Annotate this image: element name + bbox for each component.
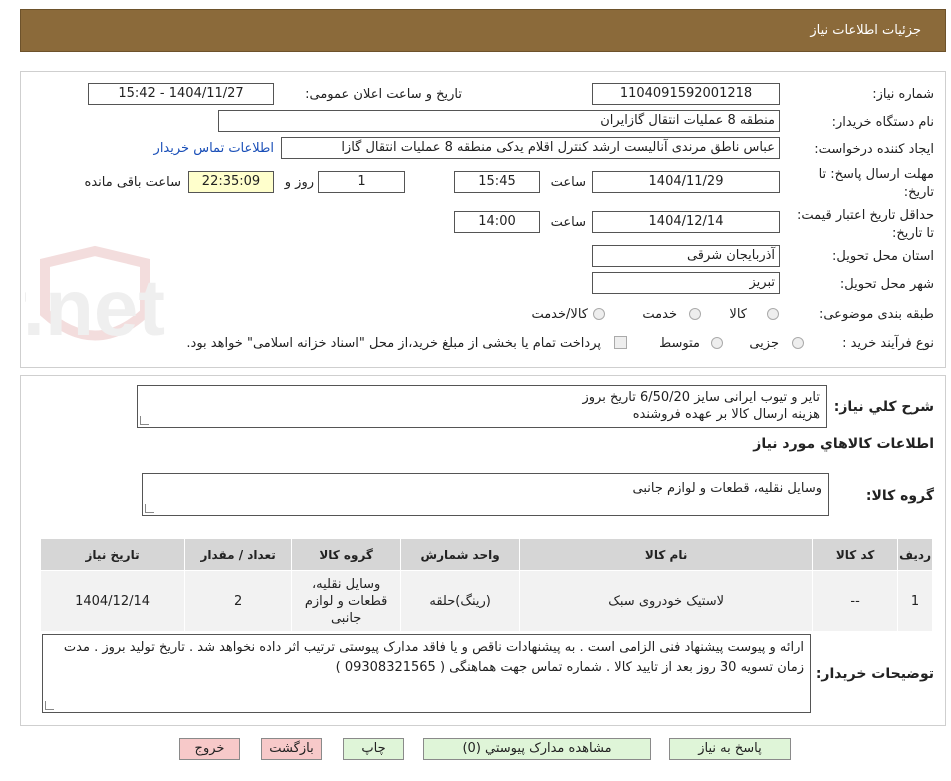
items-table: رديف کد کالا نام کالا واحد شمارش گروه کا… xyxy=(39,538,933,632)
summary-line-2: هزینه ارسال کالا بر عهده فروشنده xyxy=(632,407,820,422)
category-goods-radio[interactable] xyxy=(767,308,779,320)
col-header-group: گروه کالا xyxy=(291,538,402,571)
page-header: جزئیات اطلاعات نیاز xyxy=(20,9,946,52)
print-button[interactable]: چاپ xyxy=(343,738,404,760)
col-header-row-number: رديف xyxy=(897,538,933,571)
treasury-payment-note: پرداخت تمام یا بخشی از مبلغ خرید،از محل … xyxy=(186,336,601,351)
table-header-row: رديف کد کالا نام کالا واحد شمارش گروه کا… xyxy=(39,538,933,571)
category-service-label: خدمت xyxy=(642,307,677,322)
process-minor-radio[interactable] xyxy=(792,337,804,349)
process-minor-label: جزیی xyxy=(749,336,779,351)
process-medium-label: متوسط xyxy=(659,336,700,351)
col-header-unit: واحد شمارش xyxy=(400,538,521,571)
province-field: آذربایجان شرقی xyxy=(592,245,780,267)
need-number-label: شماره نیاز: xyxy=(872,87,934,102)
city-field: تبریز xyxy=(592,272,780,294)
announce-label: تاریخ و ساعت اعلان عمومی: xyxy=(305,87,462,102)
buyer-org-field: منطقه 8 عملیات انتقال گازایران xyxy=(218,110,780,132)
requester-label: ایجاد کننده درخواست: xyxy=(814,142,934,157)
col-header-need-date: تاریخ نیاز xyxy=(39,538,186,571)
buyer-notes-textarea[interactable]: ارائه و پیوست پیشنهاد فنی الزامی است . ب… xyxy=(42,634,811,713)
days-label: روز و xyxy=(284,175,314,190)
goods-section-title: اطلاعات کالاهاي مورد نياز xyxy=(753,436,934,452)
goods-group-label: گروه کالا: xyxy=(865,488,934,504)
validity-date-field: 1404/12/14 xyxy=(592,211,780,233)
validity-time-field: 14:00 xyxy=(454,211,540,233)
category-label: طبقه بندی موضوعی: xyxy=(818,307,934,322)
buyer-notes-label: توضیحات خریدار: xyxy=(815,666,934,682)
page-title: جزئیات اطلاعات نیاز xyxy=(810,23,921,38)
reply-button[interactable]: پاسخ به نیاز xyxy=(669,738,791,760)
remaining-days-field: 1 xyxy=(318,171,405,193)
cell-group: وسایل نقلیه، قطعات و لوازم جانبی xyxy=(291,570,402,632)
goods-group-textarea[interactable]: وسایل نقلیه، قطعات و لوازم جانبی xyxy=(142,473,829,516)
back-button[interactable]: بازگشت xyxy=(261,738,322,760)
summary-label: شرح کلي نياز: xyxy=(833,399,934,415)
cell-need-date: 1404/12/14 xyxy=(39,570,186,632)
cell-quantity: 2 xyxy=(184,570,293,632)
col-header-item-name: نام کالا xyxy=(519,538,814,571)
process-label: نوع فرآیند خرید : xyxy=(842,336,934,351)
remaining-label: ساعت باقی مانده xyxy=(84,175,181,190)
resize-grip-icon[interactable] xyxy=(145,504,154,513)
deadline-label: مهلت ارسال پاسخ: تا تاریخ: xyxy=(818,167,934,200)
province-label: استان محل تحویل: xyxy=(832,249,934,264)
cell-row-number: 1 xyxy=(897,570,933,632)
announce-date-field: 1404/11/27 - 15:42 xyxy=(88,83,274,105)
deadline-time-field: 15:45 xyxy=(454,171,540,193)
city-label: شهر محل تحویل: xyxy=(839,277,934,292)
remaining-time-field: 22:35:09 xyxy=(188,171,274,193)
buyer-contact-link[interactable]: اطلاعات تماس خریدار xyxy=(154,141,274,156)
resize-grip-icon[interactable] xyxy=(140,416,149,425)
summary-line-1: تایر و تیوب ایرانی سایز 6/50/20 تاریخ بر… xyxy=(582,390,820,405)
validity-label: حداقل تاریخ اعتبار قیمت: تا تاریخ: xyxy=(796,208,934,241)
need-number-field: 1104091592001218 xyxy=(592,83,780,105)
deadline-date-field: 1404/11/29 xyxy=(592,171,780,193)
buyer-org-label: نام دستگاه خریدار: xyxy=(831,115,934,130)
view-attachments-button[interactable]: مشاهده مدارک پیوستي (0) xyxy=(423,738,651,760)
requester-field: عباس ناطق مرندی آنالیست ارشد کنترل اقلام… xyxy=(281,137,780,159)
category-both-radio[interactable] xyxy=(593,308,605,320)
goods-group-value: وسایل نقلیه، قطعات و لوازم جانبی xyxy=(632,481,822,496)
resize-grip-icon[interactable] xyxy=(45,701,54,710)
col-header-item-code: کد کالا xyxy=(812,538,899,571)
category-goods-label: کالا xyxy=(729,307,747,322)
cell-unit: (رینگ)حلقه xyxy=(400,570,521,632)
cell-item-name: لاستیک خودروی سبک xyxy=(519,570,814,632)
col-header-quantity: تعداد / مقدار xyxy=(184,538,293,571)
exit-button[interactable]: خروج xyxy=(179,738,240,760)
summary-textarea[interactable]: تایر و تیوب ایرانی سایز 6/50/20 تاریخ بر… xyxy=(137,385,827,428)
category-both-label: کالا/خدمت xyxy=(531,307,588,322)
validity-time-label: ساعت xyxy=(550,215,586,230)
deadline-time-label: ساعت xyxy=(550,175,586,190)
buyer-notes-text: ارائه و پیوست پیشنهاد فنی الزامی است . ب… xyxy=(63,640,804,675)
table-row[interactable]: 1 -- لاستیک خودروی سبک (رینگ)حلقه وسایل … xyxy=(39,570,933,632)
process-medium-radio[interactable] xyxy=(711,337,723,349)
treasury-payment-checkbox[interactable] xyxy=(614,336,627,349)
cell-item-code: -- xyxy=(812,570,899,632)
category-service-radio[interactable] xyxy=(689,308,701,320)
